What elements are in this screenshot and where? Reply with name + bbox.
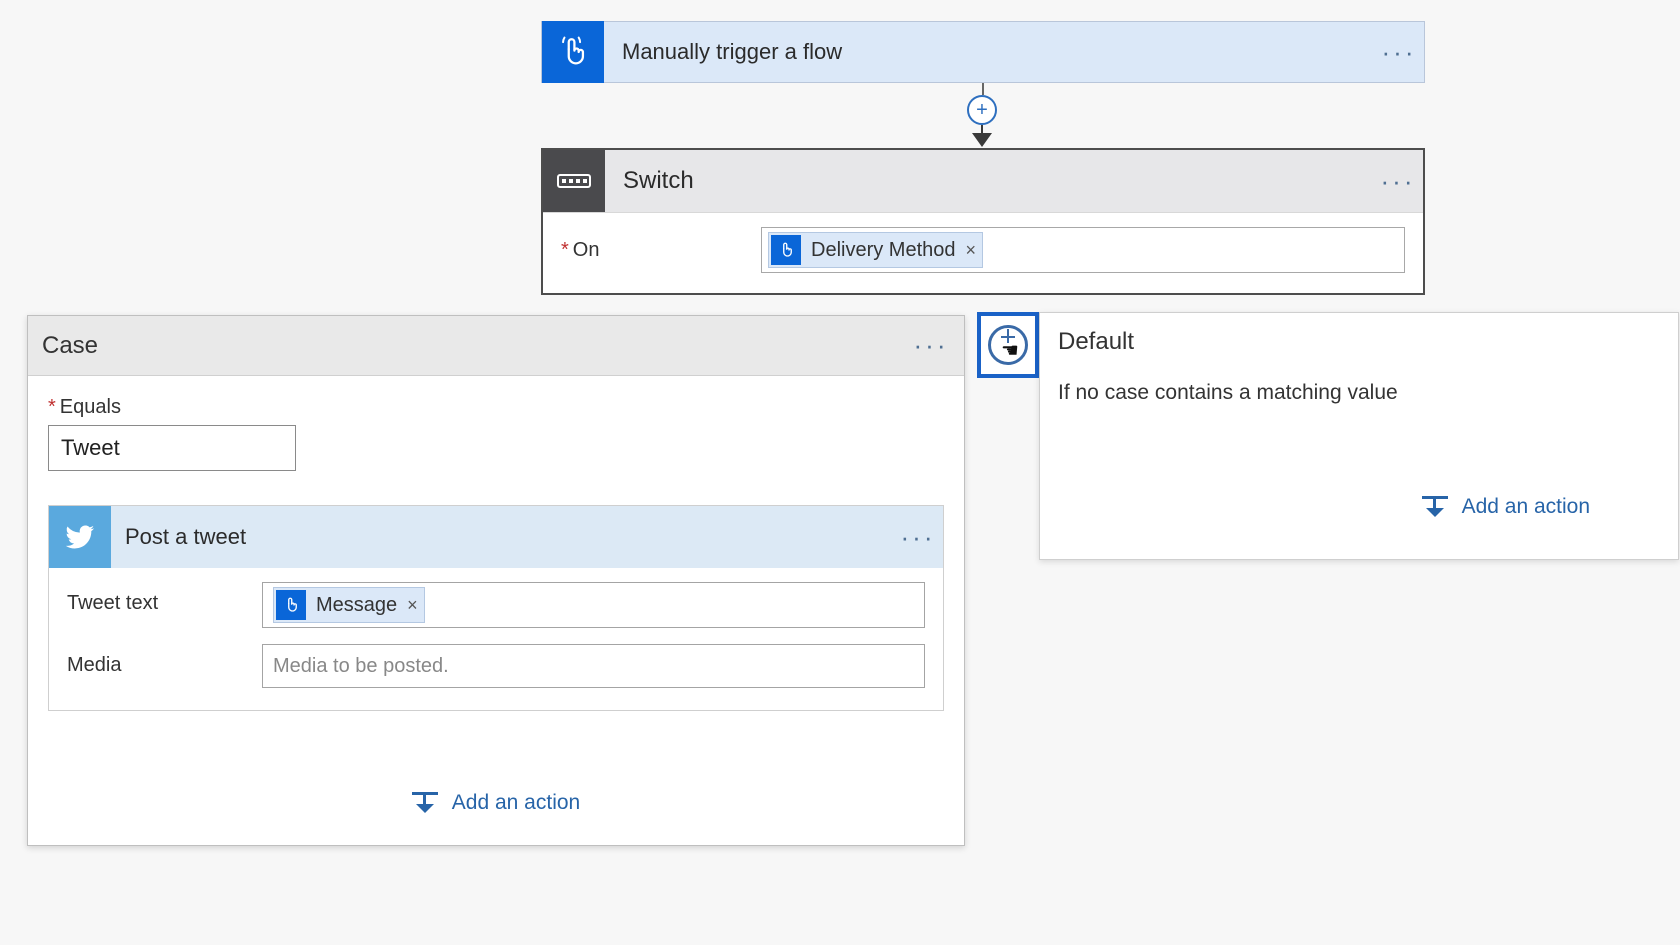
trigger-title: Manually trigger a flow [604,39,1374,65]
manual-trigger-icon [276,590,306,620]
add-action-label: Add an action [452,791,580,815]
post-tweet-more-icon[interactable]: ··· [893,522,943,553]
add-action-icon [412,792,438,814]
remove-token-icon[interactable]: × [966,240,977,261]
tweet-text-label: Tweet text [67,582,262,615]
switch-more-icon[interactable]: ··· [1373,166,1423,197]
case-more-icon[interactable]: ··· [906,330,956,361]
add-action-label: Add an action [1462,495,1590,519]
remove-token-icon[interactable]: × [407,595,418,616]
connector-line [982,83,984,95]
token-label: Message [316,594,397,617]
arrow-down-icon [972,125,992,147]
post-tweet-card: Post a tweet ··· Tweet text [48,505,944,711]
default-card: Default If no case contains a matching v… [1039,312,1679,560]
token-message[interactable]: Message × [273,587,425,623]
default-add-action-button[interactable]: Add an action [1058,495,1660,519]
plus-icon: ☚ [988,325,1028,365]
switch-on-input[interactable]: Delivery Method × [761,227,1405,273]
token-label: Delivery Method [811,239,956,262]
twitter-icon [49,506,111,568]
default-description: If no case contains a matching value [1058,381,1660,405]
case-title: Case [42,332,906,360]
post-tweet-title: Post a tweet [111,524,893,550]
switch-title: Switch [605,167,1373,195]
switch-header[interactable]: Switch ··· [543,150,1423,212]
case-header[interactable]: Case ··· [28,316,964,376]
switch-body: *On Delivery Method × [543,212,1423,293]
add-case-button[interactable]: ☚ [977,312,1039,378]
tweet-media-placeholder: Media to be posted. [273,655,449,678]
manual-trigger-icon [771,235,801,265]
manual-trigger-icon [542,21,604,83]
switch-icon [543,150,605,212]
insert-step-button[interactable] [967,95,997,125]
trigger-card[interactable]: Manually trigger a flow ··· [541,21,1425,83]
case-card: Case ··· *Equals Post a tweet ··· Tweet … [27,315,965,846]
tweet-text-input[interactable]: Message × [262,582,925,628]
default-title[interactable]: Default [1040,313,1678,371]
add-action-icon [1422,496,1448,518]
case-equals-label: *Equals [48,396,944,419]
switch-on-label: *On [561,239,761,262]
case-add-action-button[interactable]: Add an action [48,791,944,815]
trigger-more-icon[interactable]: ··· [1374,37,1424,68]
cursor-hand-icon: ☚ [1001,338,1019,363]
tweet-media-input[interactable]: Media to be posted. [262,644,925,688]
post-tweet-header[interactable]: Post a tweet ··· [49,506,943,568]
tweet-media-label: Media [67,644,262,677]
token-delivery-method[interactable]: Delivery Method × [768,232,983,268]
case-equals-input[interactable] [48,425,296,471]
switch-card[interactable]: Switch ··· *On Delivery Method × [541,148,1425,295]
